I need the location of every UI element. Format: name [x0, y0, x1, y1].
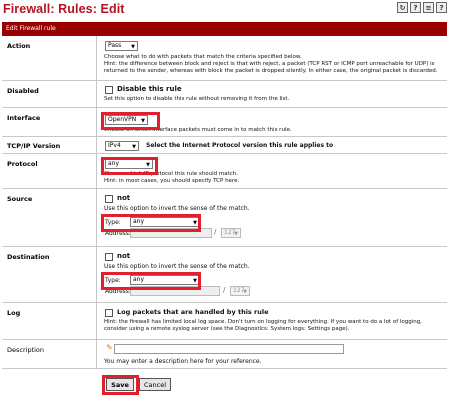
source-type-label: Type: [105, 219, 121, 226]
action-hint: Hint: the difference between block and r… [104, 61, 435, 67]
destination-row: Destination not Use this option to inver… [2, 247, 447, 303]
source-mask-select[interactable]: 127 ▼ [221, 228, 241, 238]
chevron-down-icon: ▼ [141, 118, 145, 124]
action-desc: Choose what to do with packets that matc… [104, 54, 302, 60]
source-slash: / [214, 228, 217, 236]
protocol-row: Protocol any ▼ Choose which IP protocol t… [2, 154, 447, 189]
destination-type-label: Type: [105, 277, 121, 284]
chevron-down-icon: ▼ [146, 162, 150, 168]
source-not-checkbox[interactable] [105, 195, 113, 203]
info-icon[interactable]: ? [410, 2, 421, 13]
source-address-label: Address: [105, 230, 131, 237]
tcpip-row: TCP/IP Version IPv4 ▼ Select the Internet… [2, 137, 447, 154]
header-icons: ↻ ? ≡ ? [397, 2, 447, 13]
page-header: Firewall: Rules: Edit ↻ ? ≡ ? [0, 0, 450, 20]
page-title: Firewall: Rules: Edit [3, 2, 125, 16]
source-address-input[interactable] [130, 228, 212, 238]
description-input[interactable] [114, 344, 344, 354]
destination-not-checkbox[interactable] [105, 253, 113, 261]
source-desc: Use this option to invert the sense of t… [104, 205, 250, 212]
interface-row: Interface OpenVPN ▼ Choose on which inter… [2, 108, 447, 137]
chevron-down-icon: ▼ [243, 289, 247, 295]
action-row: Action Pass ▼ Choose what to do with pack… [2, 36, 447, 81]
interface-select[interactable]: OpenVPN ▼ [105, 115, 148, 125]
interface-desc: Choose on which interface packets must c… [104, 127, 292, 133]
description-label: Description [7, 346, 45, 354]
destination-desc: Use this option to invert the sense of t… [104, 263, 250, 270]
chevron-down-icon: ▼ [193, 220, 197, 226]
cancel-button[interactable]: Cancel [139, 378, 171, 391]
log-label: Log [7, 309, 21, 317]
protocol-label: Protocol [7, 160, 38, 168]
section-title: Edit Firewall rule [2, 22, 447, 36]
source-not-label: not [117, 194, 131, 202]
tcpip-select[interactable]: IPv4 ▼ [105, 141, 139, 151]
protocol-select[interactable]: any ▼ [105, 159, 153, 169]
disable-rule-label: Disable this rule [117, 85, 182, 93]
source-row: Source not Use this option to invert the… [2, 189, 447, 247]
destination-address-input[interactable] [130, 286, 220, 296]
interface-label: Interface [7, 114, 41, 122]
destination-address-label: Address: [105, 288, 131, 295]
destination-label: Destination [7, 253, 50, 261]
disabled-label: Disabled [7, 87, 39, 95]
log-hint-2: consider using a remote syslog server (s… [104, 326, 350, 332]
disabled-row: Disabled Disable this rule Set this opti… [2, 81, 447, 108]
disabled-desc: Set this option to disable this rule wit… [104, 96, 290, 102]
tcpip-label: TCP/IP Version [7, 142, 61, 150]
destination-type-select[interactable]: any ▼ [130, 275, 200, 285]
destination-mask-select[interactable]: 127 ▼ [230, 286, 250, 296]
log-row: Log Log packets that are handled by this… [2, 303, 447, 340]
protocol-desc: Choose which IP protocol this rule shoul… [104, 171, 238, 177]
chevron-down-icon: ▼ [193, 278, 197, 284]
description-desc: You may enter a description here for you… [104, 358, 262, 365]
refresh-icon[interactable]: ↻ [397, 2, 408, 13]
protocol-hint: Hint: in most cases, you should specify … [104, 178, 240, 184]
disable-rule-checkbox[interactable] [105, 86, 113, 94]
chevron-down-icon: ▼ [132, 144, 136, 150]
action-select[interactable]: Pass ▼ [105, 41, 138, 51]
log-checkbox-label: Log packets that are handled by this rul… [117, 308, 269, 316]
save-button[interactable]: Save [106, 378, 134, 391]
source-type-select[interactable]: any ▼ [130, 217, 200, 227]
log-checkbox[interactable] [105, 309, 113, 317]
chevron-down-icon: ▼ [131, 44, 135, 50]
action-label: Action [7, 42, 31, 50]
notes-icon[interactable]: ≡ [423, 2, 434, 13]
action-hint-2: returned to the sender, whereas with blo… [104, 68, 438, 74]
pencil-icon: ✎ [106, 343, 113, 352]
log-hint: Hint: the firewall has limited local log… [104, 319, 423, 325]
destination-not-label: not [117, 252, 131, 260]
source-label: Source [7, 195, 33, 203]
destination-slash: / [223, 286, 226, 294]
help-icon[interactable]: ? [436, 2, 447, 13]
description-row: Description ✎ You may enter a descriptio… [2, 340, 447, 369]
tcpip-desc: Select the Internet Protocol version thi… [146, 142, 334, 149]
chevron-down-icon: ▼ [234, 231, 238, 237]
